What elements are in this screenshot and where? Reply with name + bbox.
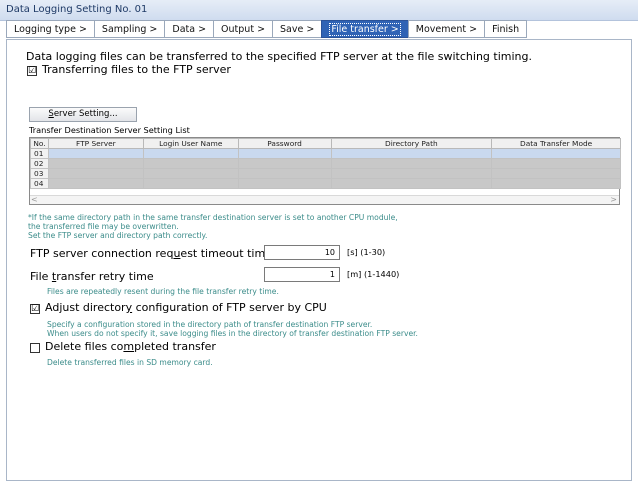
content-panel xyxy=(6,39,632,481)
table-row[interactable]: 02 xyxy=(30,158,621,169)
cell-ftp-server[interactable] xyxy=(47,148,144,159)
cell-password[interactable] xyxy=(237,158,332,169)
window-title: Data Logging Setting No. 01 xyxy=(6,4,148,15)
tab-data[interactable]: Data > xyxy=(164,20,215,38)
warning-line-1: *If the same directory path in the same … xyxy=(28,213,398,222)
col-ftp-server: FTP Server xyxy=(47,138,144,149)
retry-label-post: ransfer retry time xyxy=(56,270,154,283)
cell-login-user[interactable] xyxy=(142,168,239,179)
cell-directory-path[interactable] xyxy=(330,148,493,159)
timeout-label-pre: FTP server connection req xyxy=(30,247,174,260)
col-password: Password xyxy=(237,138,332,149)
timeout-unit: [s] (1-30) xyxy=(347,247,386,257)
timeout-label: FTP server connection request timeout ti… xyxy=(30,247,272,260)
delete-files-label: Delete files completed transfer xyxy=(45,340,216,353)
transfer-files-label-pre: Transferring f xyxy=(42,63,118,76)
col-no: No. xyxy=(30,138,49,149)
adjust-note-1: Specify a configuration stored in the di… xyxy=(47,320,373,329)
retry-label: File transfer retry time xyxy=(30,270,154,283)
scroll-right-arrow-icon[interactable]: > xyxy=(610,195,617,204)
scroll-left-arrow-icon[interactable]: < xyxy=(31,195,38,204)
table-row[interactable]: 01 xyxy=(30,148,621,159)
server-setting-list[interactable]: No. FTP Server Login User Name Password … xyxy=(29,137,621,205)
cell-password[interactable] xyxy=(237,148,332,159)
adjust-directory-checkbox[interactable]: ☑ xyxy=(30,304,40,314)
table-header-row: No. FTP Server Login User Name Password … xyxy=(30,138,621,149)
col-directory-path: Directory Path xyxy=(330,138,493,149)
col-login-user-name: Login User Name xyxy=(142,138,239,149)
transfer-files-label-post: les to the FTP server xyxy=(118,63,231,76)
cell-transfer-mode[interactable] xyxy=(491,168,621,179)
tab-file-transfer[interactable]: File transfer > xyxy=(321,20,409,38)
server-table: No. FTP Server Login User Name Password … xyxy=(30,138,621,189)
cell-transfer-mode[interactable] xyxy=(491,158,621,169)
tab-file-transfer-label: File transfer > xyxy=(329,23,401,36)
tab-finish[interactable]: Finish xyxy=(484,20,528,38)
cell-ftp-server[interactable] xyxy=(47,158,144,169)
tab-sampling[interactable]: Sampling > xyxy=(93,20,166,38)
delete-label-accel: m xyxy=(123,340,135,353)
retry-unit: [m] (1-1440) xyxy=(347,269,400,279)
cell-directory-path[interactable] xyxy=(330,158,493,169)
adjust-label-post: configuration of FTP server by CPU xyxy=(132,301,327,314)
retry-label-pre: File xyxy=(30,270,52,283)
cell-directory-path[interactable] xyxy=(330,178,493,189)
cell-directory-path[interactable] xyxy=(330,168,493,179)
server-setting-button[interactable]: Server Setting... xyxy=(29,107,137,122)
tab-output[interactable]: Output > xyxy=(213,20,274,38)
delete-files-checkbox[interactable] xyxy=(30,343,40,353)
row-number: 03 xyxy=(30,168,49,179)
table-row[interactable]: 03 xyxy=(30,168,621,179)
cell-login-user[interactable] xyxy=(142,178,239,189)
tab-logging-type[interactable]: Logging type > xyxy=(6,20,95,38)
table-row[interactable]: 04 xyxy=(30,178,621,189)
row-number: 02 xyxy=(30,158,49,169)
tab-save[interactable]: Save > xyxy=(272,20,323,38)
cell-login-user[interactable] xyxy=(142,148,239,159)
cell-transfer-mode[interactable] xyxy=(491,148,621,159)
adjust-note-2: When users do not specify it, save loggi… xyxy=(47,329,418,338)
cell-login-user[interactable] xyxy=(142,158,239,169)
warning-line-3: Set the FTP server and directory path co… xyxy=(28,231,208,240)
wizard-tabs: Logging type > Sampling > Data > Output … xyxy=(6,20,528,38)
title-bar: Data Logging Setting No. 01 xyxy=(0,0,638,21)
delete-label-post: pleted transfer xyxy=(134,340,216,353)
cell-ftp-server[interactable] xyxy=(47,178,144,189)
timeout-label-post: est timeout time xyxy=(180,247,272,260)
intro-text: Data logging files can be transferred to… xyxy=(26,50,532,63)
cell-password[interactable] xyxy=(237,168,332,179)
cell-password[interactable] xyxy=(237,178,332,189)
transfer-files-label: Transferring files to the FTP server xyxy=(42,63,231,76)
retry-input[interactable]: 1 xyxy=(264,267,340,282)
server-list-title: Transfer Destination Server Setting List xyxy=(29,125,190,135)
row-number: 01 xyxy=(30,148,49,159)
adjust-directory-label: Adjust directory configuration of FTP se… xyxy=(45,301,327,314)
warning-line-2: the transferred file may be overwritten. xyxy=(28,222,179,231)
transfer-files-checkbox[interactable]: ☑ xyxy=(27,66,37,76)
delete-note: Delete transferred files in SD memory ca… xyxy=(47,358,213,367)
server-setting-label: erver Setting... xyxy=(53,109,118,119)
tab-movement[interactable]: Movement > xyxy=(407,20,486,38)
cell-ftp-server[interactable] xyxy=(47,168,144,179)
cell-transfer-mode[interactable] xyxy=(491,178,621,189)
retry-note: Files are repeatedly resent during the f… xyxy=(47,287,279,296)
horizontal-scrollbar[interactable]: < > xyxy=(30,195,619,204)
col-data-transfer-mode: Data Transfer Mode xyxy=(491,138,621,149)
adjust-label-pre: Adjust director xyxy=(45,301,126,314)
delete-label-pre: Delete files co xyxy=(45,340,124,353)
timeout-input[interactable]: 10 xyxy=(264,245,340,260)
row-number: 04 xyxy=(30,178,49,189)
